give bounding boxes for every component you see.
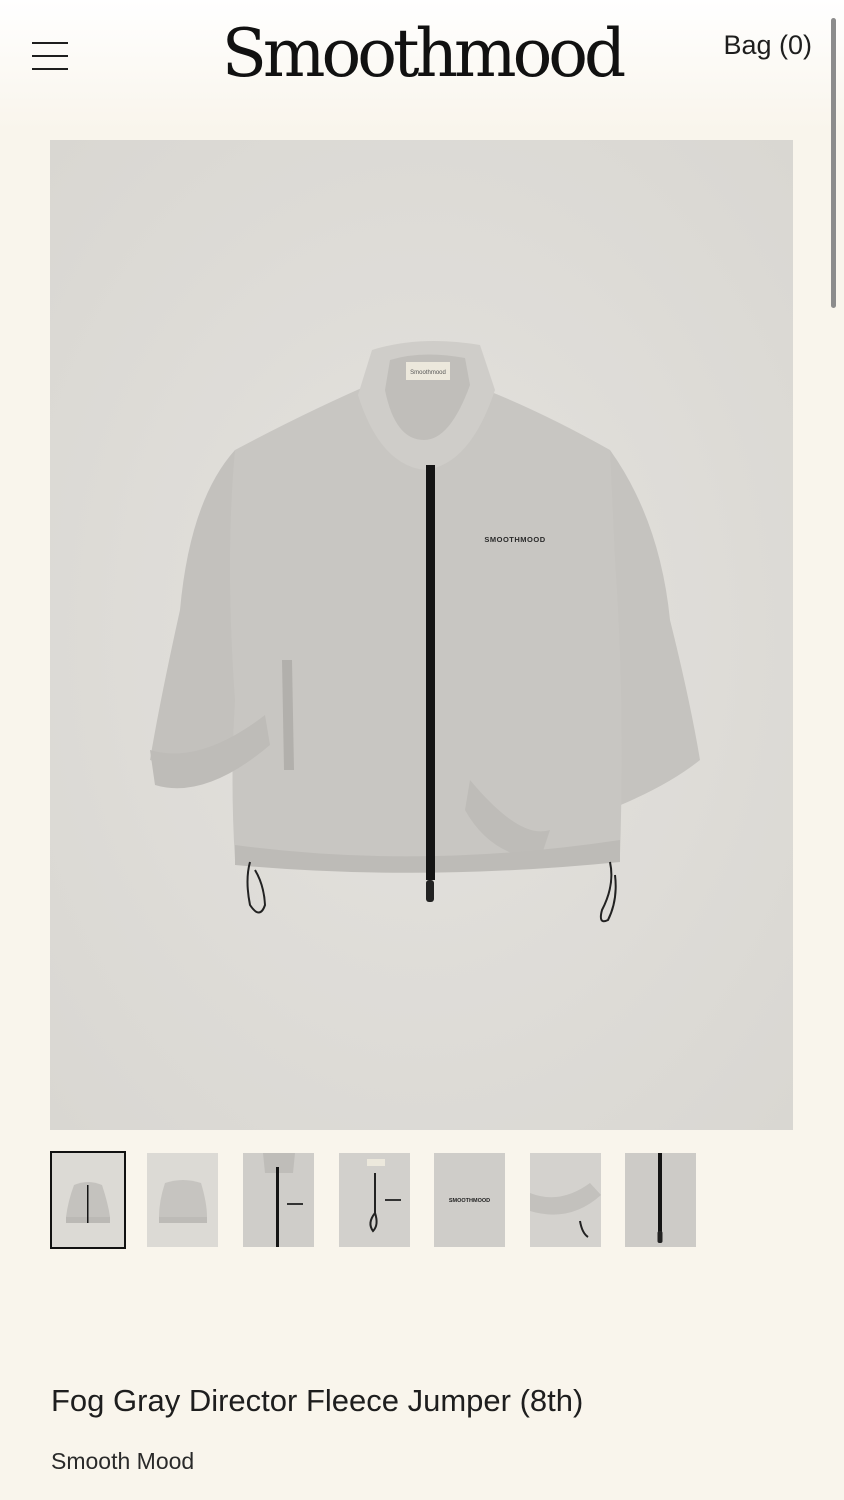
- thumbnail-collar-front[interactable]: [243, 1153, 314, 1247]
- thumbnail-zipper[interactable]: [625, 1153, 696, 1247]
- chest-logo-text: SMOOTHMOOD: [484, 535, 545, 544]
- product-brand[interactable]: Smooth Mood: [51, 1448, 194, 1475]
- site-header: Smoothmood Bag (0): [0, 0, 844, 130]
- fleece-jacket-image: Smoothmood SMOOTHMOOD: [50, 140, 793, 1130]
- thumbnail-cuff-drawcord[interactable]: [530, 1153, 601, 1247]
- thumbnail-logo-closeup[interactable]: SMOOTHMOOD: [434, 1153, 505, 1247]
- product-title: Fog Gray Director Fleece Jumper (8th): [51, 1383, 584, 1418]
- product-main-image[interactable]: Smoothmood SMOOTHMOOD: [50, 140, 793, 1130]
- thumbnail-collar-label[interactable]: [339, 1153, 410, 1247]
- site-logo[interactable]: Smoothmood: [0, 14, 844, 94]
- thumbnail-back[interactable]: [147, 1153, 218, 1247]
- thumbnail-front[interactable]: [50, 1151, 126, 1249]
- page-scrollbar[interactable]: [831, 18, 836, 308]
- neck-label-text: Smoothmood: [410, 370, 446, 376]
- svg-text:SMOOTHMOOD: SMOOTHMOOD: [449, 1198, 490, 1204]
- bag-button[interactable]: Bag (0): [723, 30, 812, 61]
